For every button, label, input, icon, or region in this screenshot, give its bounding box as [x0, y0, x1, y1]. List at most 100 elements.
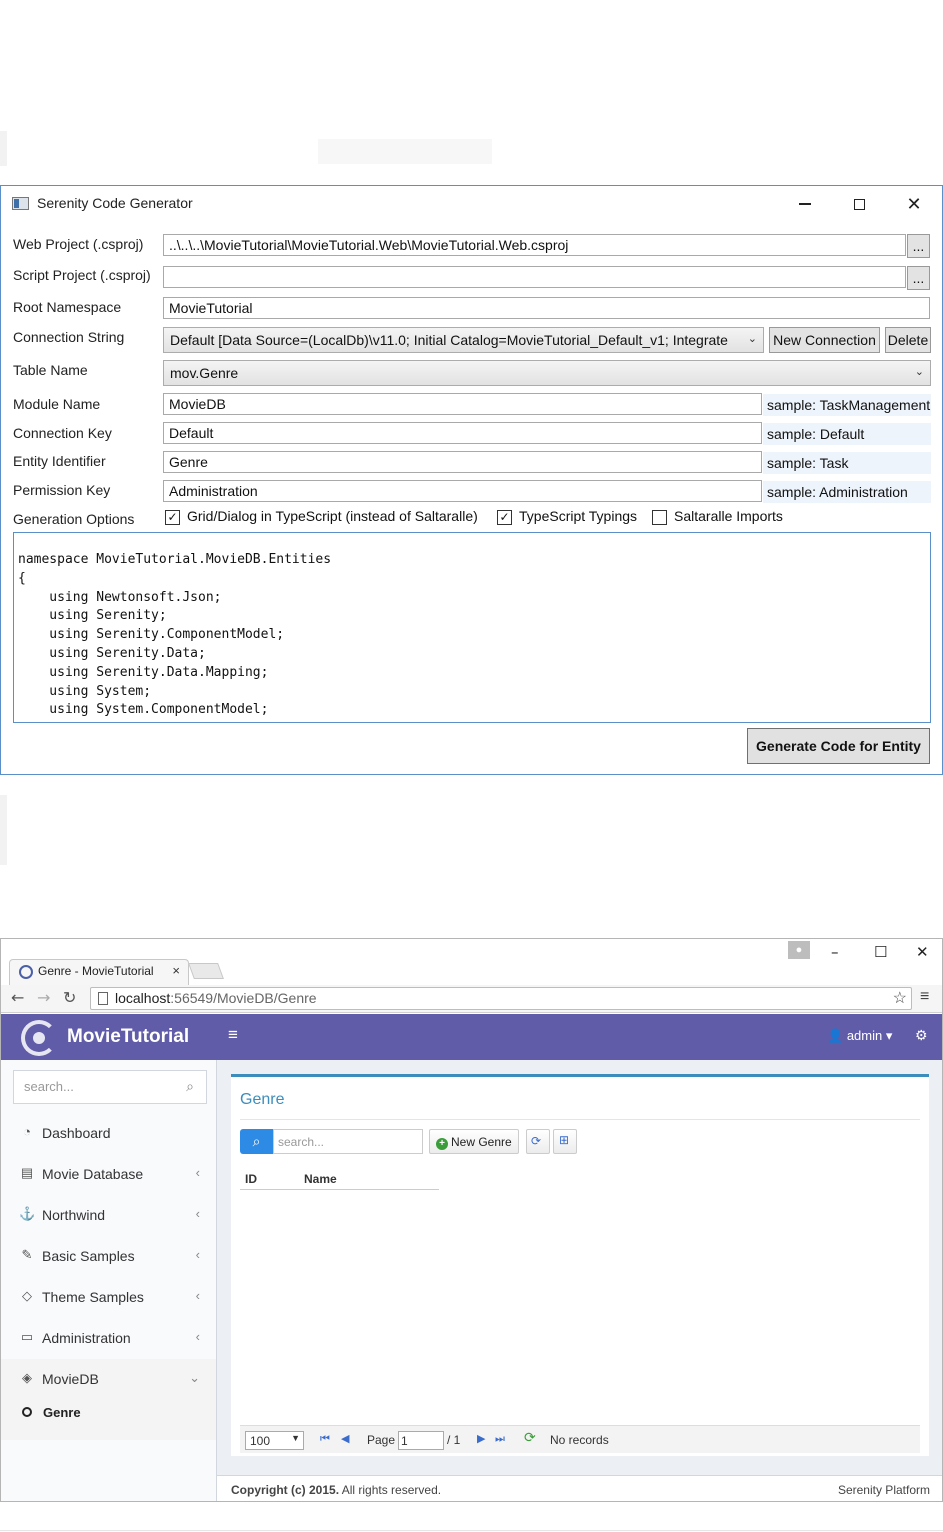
- settings-gears-icon[interactable]: ⚙: [915, 1027, 928, 1044]
- address-bar[interactable]: localhost:56549/MovieDB/Genre ☆: [90, 987, 912, 1010]
- sidebar-item-basic-samples[interactable]: ✎ Basic Samples ‹: [1, 1236, 216, 1277]
- web-project-input[interactable]: ..\..\..\MovieTutorial\MovieTutorial.Web…: [163, 234, 906, 256]
- footer: Copyright (c) 2015. All rights reserved.…: [217, 1475, 942, 1501]
- browser-toolbar: ← → ↻ localhost:56549/MovieDB/Genre ☆ ≡: [1, 985, 942, 1013]
- entity-identifier-input[interactable]: Genre: [163, 451, 762, 473]
- typescript-grid-option[interactable]: ✓ Grid/Dialog in TypeScript (instead of …: [165, 508, 495, 528]
- saltaralle-imports-checkbox[interactable]: [652, 510, 667, 525]
- sidebar-subitem-genre[interactable]: Genre: [1, 1400, 216, 1440]
- last-page-icon[interactable]: ⏭: [495, 1432, 505, 1446]
- script-project-browse-button[interactable]: ...: [907, 266, 930, 290]
- dashboard-icon: ◔: [23, 1124, 31, 1139]
- table-name-select[interactable]: mov.Genre ⌄: [163, 360, 931, 386]
- generate-code-button[interactable]: Generate Code for Entity: [747, 728, 930, 764]
- window-title: Serenity Code Generator: [37, 195, 193, 211]
- code-preview[interactable]: namespace MovieTutorial.MovieDB.Entities…: [13, 532, 931, 723]
- chevron-left-icon: ‹: [195, 1247, 200, 1262]
- close-button[interactable]: ✕: [894, 190, 934, 218]
- minimize-button[interactable]: [785, 190, 825, 218]
- sidebar-item-movie-database[interactable]: ▤ Movie Database ‹: [1, 1154, 216, 1195]
- sidebar: search... ⌕ ◔ Dashboard ▤ Movie Database…: [1, 1060, 217, 1501]
- footer-rights: All rights reserved.: [339, 1483, 442, 1497]
- browser-close-button[interactable]: ✕: [916, 943, 929, 961]
- sidebar-item-moviedb[interactable]: ◈ MovieDB ⌄: [1, 1359, 216, 1400]
- new-tab-button[interactable]: [188, 963, 224, 979]
- root-namespace-label: Root Namespace: [13, 299, 122, 315]
- connection-string-label: Connection String: [13, 329, 125, 345]
- brand-name[interactable]: MovieTutorial: [67, 1026, 189, 1048]
- column-picker-button[interactable]: ⊞: [553, 1129, 577, 1154]
- title-bar[interactable]: Serenity Code Generator ✕: [1, 186, 942, 222]
- permission-key-sample: sample: Administration: [763, 481, 931, 503]
- permission-key-input[interactable]: Administration: [163, 480, 762, 502]
- code-line: using System;: [18, 683, 152, 699]
- chevron-left-icon: ‹: [195, 1288, 200, 1303]
- entity-identifier-label: Entity Identifier: [13, 453, 106, 469]
- profile-icon[interactable]: ●: [788, 941, 810, 959]
- refresh-button[interactable]: ⟳: [526, 1129, 550, 1154]
- browser-window: Genre - MovieTutorial × ● – ☐ ✕ ← → ↻ lo…: [0, 938, 943, 1502]
- film-icon: ▤: [20, 1165, 34, 1180]
- user-menu[interactable]: 👤 admin ▾: [827, 1028, 892, 1044]
- page-number-input[interactable]: 1: [398, 1431, 444, 1450]
- tab-close-icon[interactable]: ×: [172, 963, 180, 978]
- sidebar-toggle-icon[interactable]: ≡: [228, 1025, 238, 1045]
- reload-icon[interactable]: ↻: [63, 988, 76, 1007]
- module-name-sample: sample: TaskManagement: [763, 394, 931, 416]
- typescript-grid-checkbox[interactable]: ✓: [165, 510, 180, 525]
- code-line: using Serenity.Data.Mapping;: [18, 664, 269, 680]
- next-page-icon[interactable]: ▶: [477, 1432, 485, 1445]
- code-line: namespace MovieTutorial.MovieDB.Entities: [18, 552, 332, 567]
- delete-connection-button[interactable]: Delete: [885, 327, 931, 353]
- page-size-select[interactable]: 100 ▼: [245, 1431, 304, 1450]
- bookmark-star-icon[interactable]: ☆: [893, 988, 907, 1008]
- serenity-favicon-icon: [19, 965, 33, 979]
- sidebar-item-dashboard[interactable]: ◔ Dashboard: [1, 1113, 216, 1154]
- module-name-input[interactable]: MovieDB: [163, 393, 762, 415]
- browser-maximize-button[interactable]: ☐: [874, 943, 887, 961]
- script-project-input[interactable]: [163, 266, 906, 288]
- sidebar-item-theme-samples[interactable]: ◇ Theme Samples ‹: [1, 1277, 216, 1318]
- connection-string-select[interactable]: Default [Data Source=(LocalDb)\v11.0; In…: [163, 327, 764, 353]
- typescript-typings-checkbox[interactable]: ✓: [497, 510, 512, 525]
- new-genre-button[interactable]: + New Genre: [429, 1129, 519, 1154]
- browser-minimize-button[interactable]: –: [831, 943, 839, 961]
- back-icon[interactable]: ←: [11, 988, 24, 1007]
- footer-platform: Serenity Platform: [837, 1483, 930, 1497]
- column-header-name[interactable]: Name: [304, 1172, 337, 1186]
- sidebar-item-administration[interactable]: ▭ Administration ‹: [1, 1318, 216, 1359]
- app-icon: [12, 197, 29, 210]
- serenity-logo-icon: [21, 1020, 57, 1056]
- forward-icon[interactable]: →: [37, 988, 50, 1007]
- sidebar-item-northwind[interactable]: ⚓ Northwind ‹: [1, 1195, 216, 1236]
- quick-search-button[interactable]: ⌕: [240, 1129, 273, 1154]
- sidebar-search-placeholder: search...: [24, 1079, 74, 1094]
- chevron-down-icon: ⌄: [747, 333, 757, 345]
- sidebar-search-input[interactable]: search... ⌕: [13, 1070, 207, 1104]
- sidebar-item-label: Northwind: [42, 1207, 106, 1223]
- web-project-browse-button[interactable]: ...: [907, 234, 930, 258]
- sidebar-item-label: Movie Database: [42, 1166, 144, 1182]
- maximize-button[interactable]: [839, 190, 879, 218]
- connection-key-label: Connection Key: [13, 425, 112, 441]
- saltaralle-imports-option[interactable]: Saltaralle Imports: [652, 508, 802, 528]
- typescript-typings-option[interactable]: ✓ TypeScript Typings: [497, 508, 647, 528]
- connection-key-input[interactable]: Default: [163, 422, 762, 444]
- reload-icon[interactable]: ⟳: [524, 1430, 536, 1446]
- previous-page-icon[interactable]: ◀: [341, 1432, 349, 1445]
- column-picker-icon: ⊞: [559, 1133, 570, 1147]
- code-line: using System.ComponentModel;: [18, 702, 269, 718]
- connection-string-value: Default [Data Source=(LocalDb)\v11.0; In…: [170, 332, 728, 348]
- new-connection-button[interactable]: New Connection: [769, 327, 880, 353]
- caret-down-icon: ▾: [885, 1028, 893, 1043]
- permission-key-label: Permission Key: [13, 482, 111, 498]
- column-header-id[interactable]: ID: [245, 1172, 257, 1186]
- browser-tab[interactable]: Genre - MovieTutorial ×: [9, 959, 189, 985]
- root-namespace-input[interactable]: MovieTutorial: [163, 297, 930, 319]
- search-icon: ⌕: [252, 1133, 261, 1149]
- first-page-icon[interactable]: ⏮: [320, 1432, 330, 1446]
- quick-search-input[interactable]: search...: [273, 1129, 423, 1154]
- chevron-left-icon: ‹: [195, 1165, 200, 1180]
- code-generator-window: Serenity Code Generator ✕ Web Project (.…: [0, 185, 943, 775]
- browser-menu-icon[interactable]: ≡: [920, 988, 929, 1006]
